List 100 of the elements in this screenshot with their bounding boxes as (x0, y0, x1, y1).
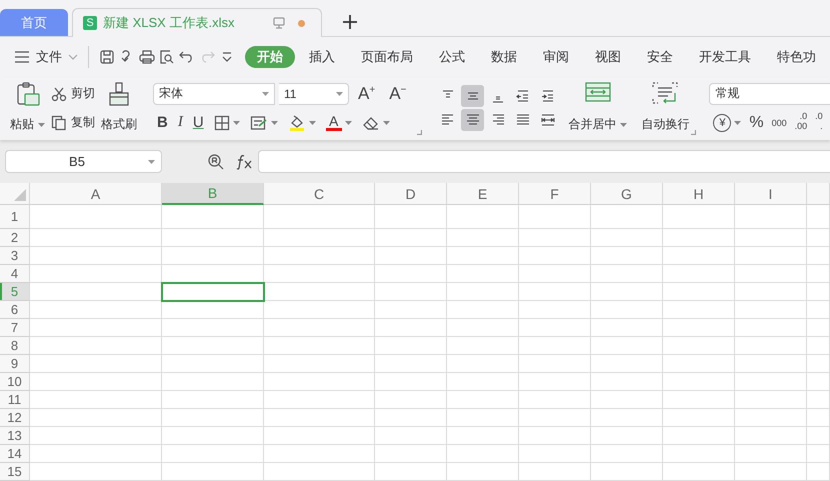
ribbon-tab[interactable]: 审阅 (531, 46, 582, 68)
add-tab-icon[interactable] (342, 14, 358, 30)
grid-cell[interactable] (30, 337, 162, 355)
grid-cell[interactable] (591, 355, 663, 373)
grid-cell[interactable] (375, 337, 447, 355)
grid-cell[interactable] (735, 283, 807, 301)
currency-button[interactable]: ¥ (709, 110, 746, 134)
grid-cell[interactable] (735, 319, 807, 337)
decrease-decimal-button[interactable]: .0 . (811, 110, 827, 134)
ribbon-tab[interactable]: 插入 (297, 46, 348, 68)
grid-cell[interactable] (735, 247, 807, 265)
ribbon-tab[interactable]: 安全 (635, 46, 686, 68)
grid-cell[interactable] (807, 463, 830, 481)
grid-cell[interactable] (162, 445, 264, 463)
grid-cell[interactable] (807, 229, 830, 247)
grid-cell[interactable] (591, 391, 663, 409)
column-header[interactable]: A (30, 183, 162, 205)
grid-cell[interactable] (375, 319, 447, 337)
grid-cell[interactable] (591, 337, 663, 355)
grid-cell[interactable] (30, 409, 162, 427)
grid-cell[interactable] (264, 247, 375, 265)
bold-button[interactable]: B (153, 112, 172, 134)
font-color-button[interactable]: A (322, 112, 356, 134)
grid-cell[interactable] (162, 205, 264, 229)
grid-cell[interactable] (519, 355, 591, 373)
row-header[interactable]: 14 (0, 445, 30, 463)
grid-cell[interactable] (519, 337, 591, 355)
formula-field[interactable] (258, 150, 830, 173)
grid-cell[interactable] (30, 301, 162, 319)
grid-cell[interactable] (663, 229, 735, 247)
grid-cell[interactable] (735, 463, 807, 481)
grid-cell[interactable] (807, 391, 830, 409)
column-header[interactable]: D (375, 183, 447, 205)
grid-cell[interactable] (807, 355, 830, 373)
grid-cell[interactable] (591, 205, 663, 229)
grid-cell[interactable] (30, 391, 162, 409)
grid-cell[interactable] (375, 427, 447, 445)
select-all-icon[interactable] (14, 189, 26, 201)
grid-cell[interactable] (735, 229, 807, 247)
grid-cell[interactable] (519, 265, 591, 283)
grid-cell[interactable] (735, 355, 807, 373)
grid-cell[interactable] (447, 229, 519, 247)
grid-cell[interactable] (519, 445, 591, 463)
row-header[interactable]: 13 (0, 427, 30, 445)
row-header[interactable]: 10 (0, 373, 30, 391)
grid-cell[interactable] (519, 463, 591, 481)
grid-cell[interactable] (162, 373, 264, 391)
name-box[interactable]: B5 (5, 150, 162, 173)
grid-cell[interactable] (663, 205, 735, 229)
grid-cell[interactable] (735, 427, 807, 445)
increase-decimal-button[interactable]: .0 .00 (790, 110, 812, 134)
grid-cell[interactable] (162, 427, 264, 445)
grid-cell[interactable] (447, 445, 519, 463)
grid-cell[interactable] (519, 301, 591, 319)
row-header[interactable]: 2 (0, 229, 30, 247)
grid-cell[interactable] (735, 409, 807, 427)
grid-cell[interactable] (735, 445, 807, 463)
paste-button[interactable]: 粘贴 (8, 79, 47, 137)
grid-cell[interactable] (375, 445, 447, 463)
file-menu[interactable]: 文件 (10, 48, 82, 66)
grid-cell[interactable] (663, 445, 735, 463)
grid-cell[interactable] (591, 247, 663, 265)
ribbon-tab[interactable]: 数据 (479, 46, 530, 68)
grid-cell[interactable] (663, 355, 735, 373)
grid-cell[interactable] (735, 373, 807, 391)
grid-cell[interactable] (30, 355, 162, 373)
grid-cell[interactable] (264, 301, 375, 319)
grid-cell[interactable] (663, 283, 735, 301)
grid-cell[interactable] (663, 247, 735, 265)
grid-cell[interactable] (519, 229, 591, 247)
grid-cell[interactable] (30, 427, 162, 445)
grid-cell[interactable] (663, 463, 735, 481)
grid-cell[interactable] (663, 373, 735, 391)
grid-cell[interactable] (447, 265, 519, 283)
thousands-button[interactable]: 000 (768, 110, 791, 134)
grid-cell[interactable] (30, 463, 162, 481)
row-header[interactable]: 6 (0, 301, 30, 319)
grid-cell[interactable] (591, 427, 663, 445)
grid-cell[interactable] (264, 337, 375, 355)
grid-cell[interactable] (375, 391, 447, 409)
percent-button[interactable]: % (745, 110, 768, 134)
grid-cell[interactable] (591, 229, 663, 247)
row-header[interactable]: 7 (0, 319, 30, 337)
column-header[interactable]: C (264, 183, 375, 205)
align-center-icon[interactable] (461, 109, 484, 131)
grid-cell[interactable] (663, 337, 735, 355)
grid-cell[interactable] (519, 373, 591, 391)
grid-cell[interactable] (735, 391, 807, 409)
grid-cell[interactable] (807, 337, 830, 355)
grid-cell[interactable] (735, 205, 807, 229)
ribbon-tab[interactable]: 公式 (427, 46, 478, 68)
grid-cell[interactable] (375, 265, 447, 283)
italic-button[interactable]: I (174, 112, 187, 134)
grid-cell[interactable] (591, 373, 663, 391)
grid-cell[interactable] (807, 409, 830, 427)
grid-cell[interactable] (375, 229, 447, 247)
grid-cell[interactable] (447, 283, 519, 301)
grid-cell[interactable] (735, 337, 807, 355)
copy-button[interactable]: 复制 (51, 114, 95, 131)
grid-cell[interactable] (264, 463, 375, 481)
